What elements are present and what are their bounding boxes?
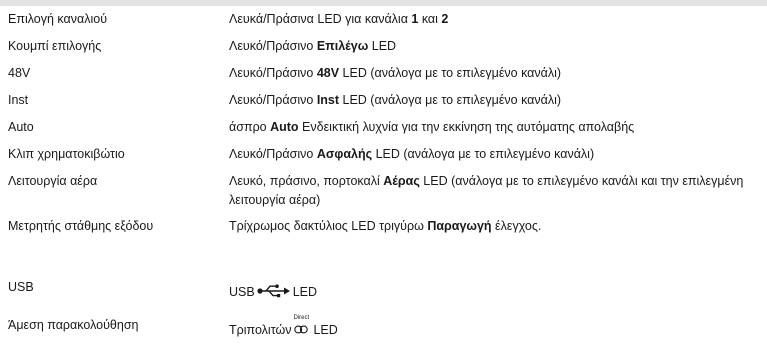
row-label: Inst bbox=[8, 93, 29, 107]
text-segment: έλεγχος. bbox=[491, 219, 542, 233]
bold-term: Auto bbox=[270, 120, 299, 134]
row-label: Επιλογή καναλιού bbox=[8, 12, 108, 26]
direct-monitor-icon: Direct bbox=[293, 315, 311, 335]
text-segment: Λευκό/Πράσινο bbox=[229, 147, 317, 161]
bold-term: 48V bbox=[316, 66, 340, 80]
text-segment: LED bbox=[313, 323, 338, 337]
row-description: USB LED bbox=[229, 283, 759, 304]
text-segment: Λευκό/Πράσινο bbox=[229, 93, 317, 107]
text-segment: Λευκό/Πράσινο bbox=[229, 66, 317, 80]
text-segment: Τριπολιτών bbox=[229, 323, 292, 337]
direct-caption: Direct bbox=[293, 315, 310, 321]
bold-term: Επιλέγω bbox=[316, 39, 369, 53]
row-label: Auto bbox=[8, 120, 34, 134]
bold-term: 2 bbox=[441, 12, 449, 26]
row-label: 48V bbox=[8, 66, 31, 80]
text-segment: USB bbox=[229, 285, 255, 299]
usb-icon bbox=[257, 284, 291, 304]
row-label: Άμεση παρακολούθηση bbox=[8, 318, 139, 332]
text-segment: Τρίχρωμος δακτύλιος LED τριγύρω bbox=[229, 219, 428, 233]
text-segment: και bbox=[418, 12, 442, 26]
row-label: USB bbox=[8, 280, 34, 294]
text-segment: LED bbox=[292, 285, 318, 299]
text-segment: Λευκό, πράσινο, πορτοκαλί bbox=[229, 174, 384, 188]
text-segment: LED bbox=[368, 39, 397, 53]
text-segment: Λευκό/Πράσινο bbox=[229, 39, 317, 53]
row-description: άσπρο Auto Ενδεικτική λυχνία για την εκκ… bbox=[229, 118, 759, 137]
row-label: Κλιπ χρηματοκιβώτιο bbox=[8, 147, 125, 161]
text-segment: Λευκά/Πράσινα LED για κανάλια bbox=[229, 12, 412, 26]
bold-term: Inst bbox=[316, 93, 340, 107]
row-description: Λευκό/Πράσινο Inst LED (ανάλογα με το επ… bbox=[229, 91, 759, 110]
row-description: Λευκό/Πράσινο 48V LED (ανάλογα με το επι… bbox=[229, 64, 759, 83]
row-description: Λευκά/Πράσινα LED για κανάλια 1 και 2 bbox=[229, 10, 759, 29]
row-description: Λευκό/Πράσινο Επιλέγω LED bbox=[229, 37, 759, 56]
row-label: Κουμπί επιλογής bbox=[8, 39, 102, 53]
row-description: Τρίχρωμος δακτύλιος LED τριγύρω Παραγωγή… bbox=[229, 217, 759, 236]
text-segment: LED (ανάλογα με το επιλεγμένο κανάλι) bbox=[372, 147, 595, 161]
header-bar bbox=[0, 0, 767, 6]
row-description: Τριπολιτών Direct LED bbox=[229, 315, 759, 340]
text-segment: LED (ανάλογα με το επιλεγμένο κανάλι) bbox=[339, 66, 562, 80]
bold-term: Αέρας bbox=[383, 174, 420, 188]
text-segment: άσπρο bbox=[229, 120, 271, 134]
bold-term: Παραγωγή bbox=[427, 219, 492, 233]
row-description: Λευκό, πράσινο, πορτοκαλί Αέρας LED (ανά… bbox=[229, 172, 759, 210]
text-segment: Ενδεικτική λυχνία για την εκκίνηση της α… bbox=[298, 120, 635, 134]
row-description: Λευκό/Πράσινο Ασφαλής LED (ανάλογα με το… bbox=[229, 145, 759, 164]
text-segment: LED (ανάλογα με το επιλεγμένο κανάλι) bbox=[339, 93, 562, 107]
row-label: Λειτουργία αέρα bbox=[8, 174, 98, 188]
row-label: Μετρητής στάθμης εξόδου bbox=[8, 219, 154, 233]
bold-term: Ασφαλής bbox=[316, 147, 373, 161]
